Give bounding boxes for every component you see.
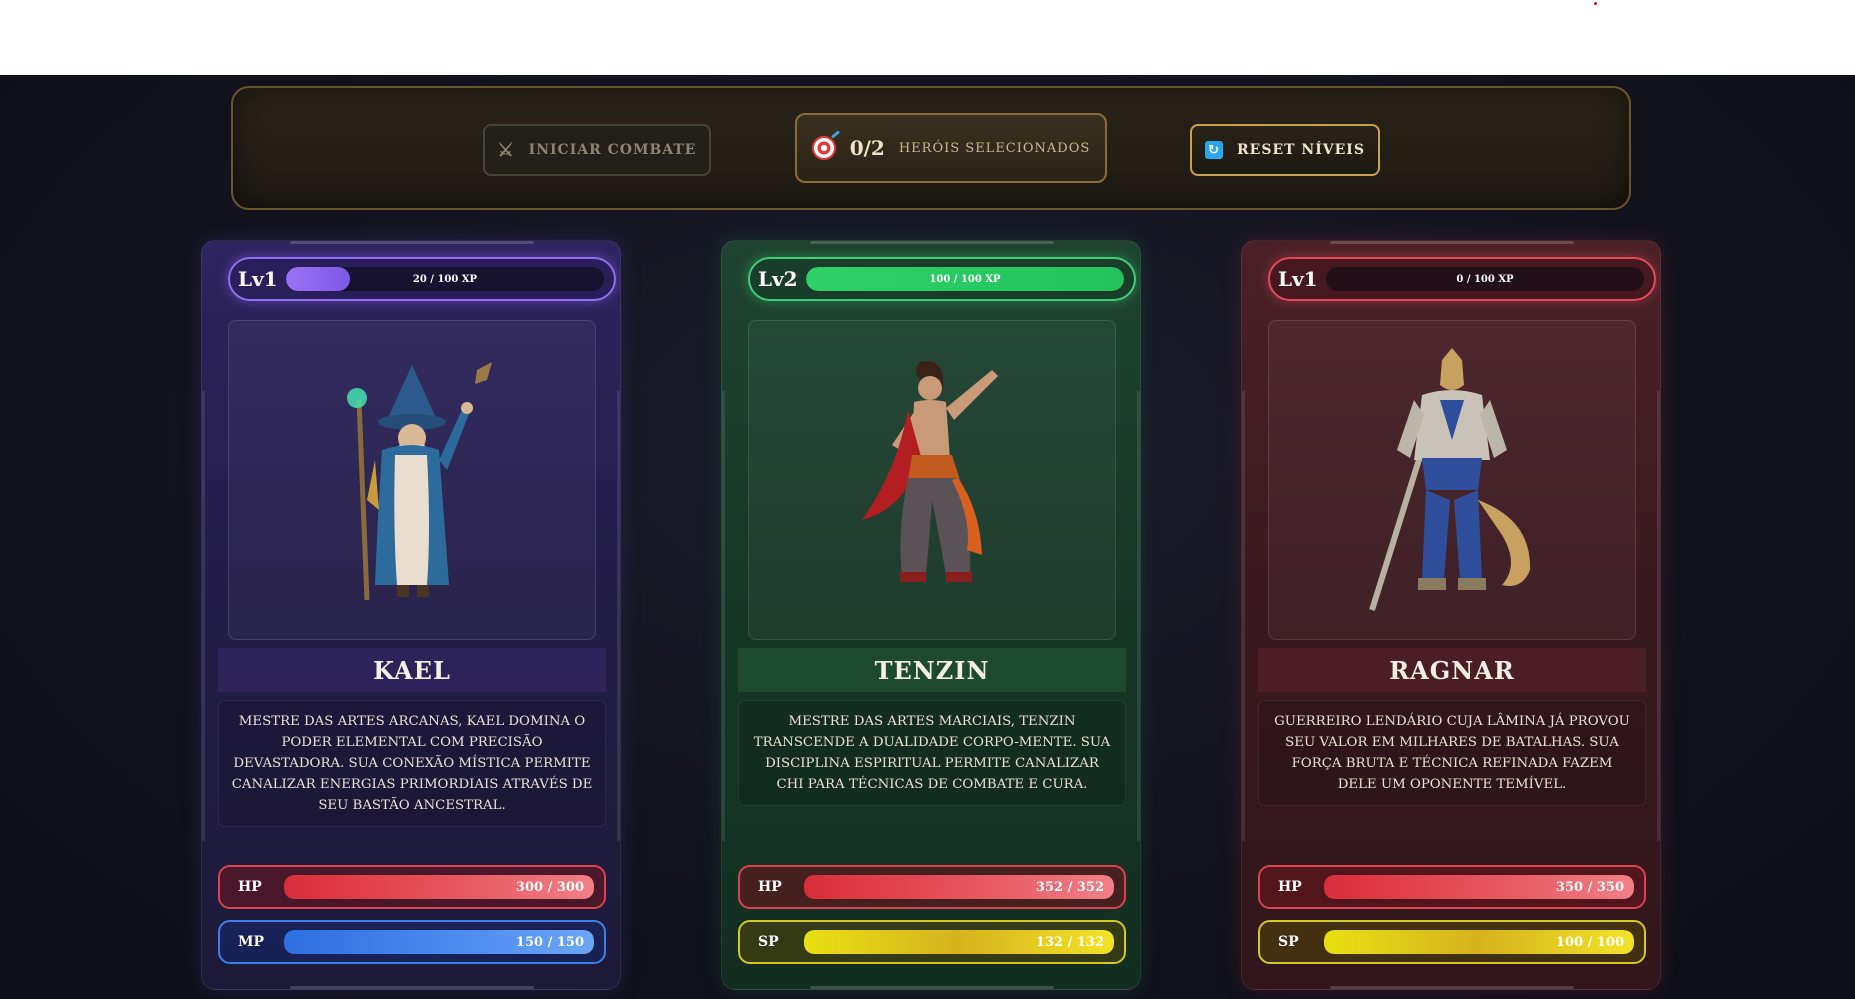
- xp-bar: 0 / 100 XP: [1326, 267, 1644, 291]
- hp-bar: HP 300 / 300: [218, 865, 606, 909]
- xp-text: 20 / 100 XP: [412, 273, 478, 285]
- hero-description: Mestre das artes marciais, Tenzin transc…: [738, 700, 1126, 806]
- wizard-portrait: [228, 320, 596, 640]
- mp-bar: MP 150 / 150: [218, 920, 606, 964]
- selection-count: 0/2: [849, 136, 885, 160]
- hp-value: 350 / 350: [1555, 879, 1624, 895]
- wizard-figure-icon: [347, 362, 492, 601]
- level-badge: Lv2 100 / 100 XP: [748, 257, 1136, 301]
- mp-track: 150 / 150: [284, 930, 594, 954]
- start-combat-label: Iniciar Combate: [528, 142, 697, 158]
- card-edge: [1330, 986, 1574, 989]
- level-label: Lv1: [238, 267, 278, 291]
- hero-description: Guerreiro lendário cuja lâmina já provou…: [1258, 700, 1646, 806]
- reset-levels-label: Reset Níveis: [1237, 142, 1365, 158]
- xp-text: 0 / 100 XP: [1456, 273, 1514, 285]
- hero-card-kael[interactable]: Lv1 20 / 100 XP KAEL MESTRE DAS ARTES AR…: [201, 240, 621, 990]
- hero-card-tenzin[interactable]: Lv2 100 / 100 XP Tenzin Mestre da: [721, 240, 1141, 990]
- control-panel: ⚔ Iniciar Combate 0/2 Heróis Selecionado…: [231, 86, 1631, 210]
- reset-levels-button[interactable]: ↻ Reset Níveis: [1190, 124, 1380, 176]
- hp-label: HP: [238, 879, 262, 895]
- red-dot: [1594, 2, 1597, 5]
- level-label: Lv1: [1278, 267, 1318, 291]
- top-bar: [0, 0, 1855, 75]
- level-label: Lv2: [758, 267, 798, 291]
- hp-value: 352 / 352: [1035, 879, 1104, 895]
- crossed-swords-icon: ⚔: [497, 139, 515, 161]
- sp-track: 100 / 100: [1324, 930, 1634, 954]
- refresh-icon: ↻: [1205, 141, 1224, 159]
- sp-label: SP: [758, 934, 779, 950]
- dragon-warrior-figure-icon: [1369, 348, 1531, 611]
- hp-track: 300 / 300: [284, 875, 594, 899]
- card-edge: [722, 391, 725, 841]
- hp-track: 350 / 350: [1324, 875, 1634, 899]
- hero-name: Kael: [218, 648, 606, 692]
- level-badge: Lv1 20 / 100 XP: [228, 257, 616, 301]
- card-edge: [617, 391, 620, 841]
- card-edge: [810, 241, 1054, 244]
- hero-name: Tenzin: [738, 648, 1126, 692]
- card-edge: [1137, 391, 1140, 841]
- monk-portrait: [748, 320, 1116, 640]
- sp-bar: SP 100 / 100: [1258, 920, 1646, 964]
- target-icon: [811, 136, 836, 160]
- hero-description: Mestre das artes arcanas, Kael domina o …: [218, 700, 606, 827]
- card-edge: [1657, 391, 1660, 841]
- selection-label: Heróis Selecionados: [898, 140, 1091, 156]
- hp-value: 300 / 300: [515, 879, 584, 895]
- xp-text: 100 / 100 XP: [929, 273, 1001, 285]
- hp-track: 352 / 352: [804, 875, 1114, 899]
- xp-bar: 100 / 100 XP: [806, 267, 1124, 291]
- card-edge: [810, 986, 1054, 989]
- sp-value: 132 / 132: [1035, 934, 1104, 950]
- mp-label: MP: [238, 934, 265, 950]
- xp-bar: 20 / 100 XP: [286, 267, 604, 291]
- hp-bar: HP 352 / 352: [738, 865, 1126, 909]
- sp-label: SP: [1278, 934, 1299, 950]
- hp-label: HP: [1278, 879, 1302, 895]
- dragon-warrior-portrait: [1268, 320, 1636, 640]
- monk-figure-icon: [862, 361, 998, 582]
- hero-card-ragnar[interactable]: Lv1 0 / 100 XP Ragnar Gu: [1241, 240, 1661, 990]
- level-badge: Lv1 0 / 100 XP: [1268, 257, 1656, 301]
- start-combat-button[interactable]: ⚔ Iniciar Combate: [483, 124, 711, 176]
- card-edge: [202, 391, 205, 841]
- sp-track: 132 / 132: [804, 930, 1114, 954]
- battle-stage: ⚔ Iniciar Combate 0/2 Heróis Selecionado…: [0, 75, 1855, 999]
- card-edge: [1242, 391, 1245, 841]
- card-edge: [290, 241, 534, 244]
- sp-bar: SP 132 / 132: [738, 920, 1126, 964]
- hp-label: HP: [758, 879, 782, 895]
- mp-value: 150 / 150: [515, 934, 584, 950]
- sp-value: 100 / 100: [1555, 934, 1624, 950]
- card-edge: [290, 986, 534, 989]
- hp-bar: HP 350 / 350: [1258, 865, 1646, 909]
- hero-name: Ragnar: [1258, 648, 1646, 692]
- card-edge: [1330, 241, 1574, 244]
- selection-counter: 0/2 Heróis Selecionados: [795, 113, 1107, 183]
